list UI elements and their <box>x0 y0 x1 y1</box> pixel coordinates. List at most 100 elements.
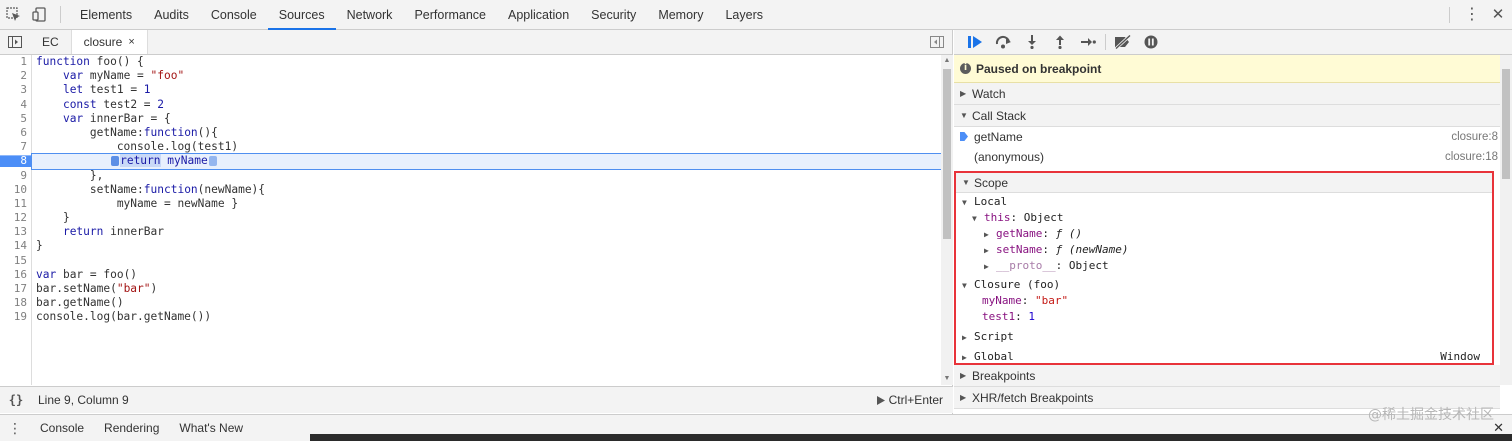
close-devtools-icon[interactable]: ✕ <box>1484 0 1512 30</box>
line-number[interactable]: 16 <box>0 268 31 282</box>
toggle-debugger-icon[interactable] <box>930 35 944 49</box>
tab-memory[interactable]: Memory <box>647 0 714 29</box>
code-line[interactable]: } <box>32 211 941 225</box>
toggle-navigator-icon[interactable] <box>0 30 30 54</box>
tab-console[interactable]: Console <box>200 0 268 29</box>
inline-breakpoint-icon[interactable] <box>111 156 120 167</box>
section-breakpoints[interactable]: ▶ Breakpoints <box>954 365 1500 387</box>
tab-sources[interactable]: Sources <box>267 0 336 30</box>
drawer-tab-rendering[interactable]: Rendering <box>94 421 169 435</box>
scope-closure[interactable]: ▼ Closure (foo) <box>956 277 1492 293</box>
code-line[interactable]: } <box>32 239 941 253</box>
line-number-gutter[interactable]: 1 2 3 4 5 6 7 8 9 10 11 12 13 14 15 16 17 18 19 <box>0 55 32 385</box>
code-line[interactable]: bar.getName() <box>32 296 941 310</box>
frame-location[interactable]: closure:18 <box>1445 151 1498 163</box>
pretty-print-icon[interactable]: {} <box>0 393 32 407</box>
line-number[interactable]: 18 <box>0 296 31 310</box>
inspect-element-icon[interactable] <box>0 0 26 29</box>
step-out-button[interactable] <box>1046 30 1074 55</box>
code-line[interactable]: console.log(bar.getName()) <box>32 310 941 324</box>
sidebar-scrollbar[interactable] <box>1500 55 1512 385</box>
code-line[interactable]: myName = newName } <box>32 197 941 211</box>
tab-network[interactable]: Network <box>336 0 404 29</box>
code-line[interactable]: var myName = "foo" <box>32 69 941 83</box>
code-line[interactable]: setName:function(newName){ <box>32 183 941 197</box>
frame-location[interactable]: closure:8 <box>1451 131 1498 143</box>
run-snippet-button[interactable]: Ctrl+Enter <box>876 393 953 407</box>
line-number[interactable]: 10 <box>0 183 31 197</box>
property-value: Object <box>1023 211 1064 224</box>
scrollbar-thumb[interactable] <box>943 69 951 239</box>
line-number[interactable]: 1 <box>0 55 31 69</box>
more-options-icon[interactable]: ⋮ <box>1460 0 1484 30</box>
step-over-button[interactable] <box>990 30 1018 55</box>
tab-layers[interactable]: Layers <box>714 0 774 29</box>
code-line[interactable]: var bar = foo() <box>32 268 941 282</box>
code-line[interactable]: const test2 = 2 <box>32 98 941 112</box>
section-scope[interactable]: ▼ Scope <box>956 173 1492 193</box>
code-line[interactable] <box>32 254 941 268</box>
file-tab-ec[interactable]: EC <box>30 30 71 54</box>
scrollbar-thumb[interactable] <box>1502 69 1510 179</box>
scope-local[interactable]: ▼ Local <box>956 194 1492 210</box>
line-number[interactable]: 19 <box>0 310 31 324</box>
scope-getname[interactable]: ▶ getName: ƒ () <box>956 226 1492 242</box>
scroll-down-icon[interactable]: ▼ <box>941 373 953 385</box>
editor-scrollbar[interactable]: ▲ ▼ <box>941 55 953 385</box>
tab-security[interactable]: Security <box>580 0 647 29</box>
tab-application[interactable]: Application <box>497 0 580 29</box>
file-tab-closure[interactable]: closure × <box>70 30 148 54</box>
line-number[interactable]: 3 <box>0 83 31 97</box>
line-number-text: 6 <box>20 125 27 139</box>
line-number[interactable]: 4 <box>0 98 31 112</box>
resume-button[interactable] <box>962 30 990 55</box>
deactivate-breakpoints-button[interactable] <box>1109 30 1137 55</box>
line-number[interactable]: 15 <box>0 254 31 268</box>
inline-breakpoint-icon[interactable] <box>208 156 217 167</box>
code-line[interactable]: function foo() { <box>32 55 941 69</box>
line-number[interactable]: 11 <box>0 197 31 211</box>
code-line[interactable]: }, <box>32 169 941 183</box>
line-number[interactable]: 14 <box>0 239 31 253</box>
breakpoint-line-number[interactable]: 8 <box>0 154 31 168</box>
line-number[interactable]: 9 <box>0 169 31 183</box>
code-line[interactable]: var innerBar = { <box>32 112 941 126</box>
scroll-up-icon[interactable]: ▲ <box>941 55 953 67</box>
close-tab-icon[interactable]: × <box>128 36 134 48</box>
call-frame-getname[interactable]: getName closure:8 <box>954 127 1512 147</box>
scope-global[interactable]: ▶ Global Window <box>956 349 1492 365</box>
line-number[interactable]: 6 <box>0 126 31 140</box>
tab-performance[interactable]: Performance <box>403 0 497 29</box>
line-number[interactable]: 5 <box>0 112 31 126</box>
code-editor[interactable]: 1 2 3 4 5 6 7 8 9 10 11 12 13 14 15 16 17 18 19 function f… <box>0 55 953 385</box>
code-line[interactable]: return innerBar <box>32 225 941 239</box>
line-number[interactable]: 17 <box>0 282 31 296</box>
drawer-menu-icon[interactable]: ⋮ <box>0 420 30 437</box>
tab-audits[interactable]: Audits <box>143 0 200 29</box>
file-tab-label: closure <box>83 35 123 49</box>
scope-this[interactable]: ▼ this: Object <box>956 210 1492 226</box>
call-frame-anonymous[interactable]: (anonymous) closure:18 <box>954 147 1512 167</box>
device-toolbar-icon[interactable] <box>26 0 52 29</box>
execution-line[interactable]: return myName <box>31 153 942 170</box>
step-into-button[interactable] <box>1018 30 1046 55</box>
code-line[interactable]: getName:function(){ <box>32 126 941 140</box>
line-number[interactable]: 7 <box>0 140 31 154</box>
drawer-tab-console[interactable]: Console <box>30 421 94 435</box>
code-line[interactable]: let test1 = 1 <box>32 83 941 97</box>
scope-proto[interactable]: ▶ __proto__: Object <box>956 258 1492 274</box>
line-number[interactable]: 2 <box>0 69 31 83</box>
code-area[interactable]: function foo() { var myName = "foo" let … <box>31 55 942 385</box>
step-button[interactable] <box>1074 30 1102 55</box>
drawer-tab-whats-new[interactable]: What's New <box>169 421 253 435</box>
code-line[interactable]: console.log(test1) <box>32 140 941 154</box>
scope-script[interactable]: ▶ Script <box>956 329 1492 345</box>
pause-on-exceptions-button[interactable] <box>1137 30 1165 55</box>
line-number[interactable]: 13 <box>0 225 31 239</box>
code-line[interactable]: bar.setName("bar") <box>32 282 941 296</box>
tab-elements[interactable]: Elements <box>69 0 143 29</box>
scope-setname[interactable]: ▶ setName: ƒ (newName) <box>956 242 1492 258</box>
section-call-stack[interactable]: ▼ Call Stack <box>954 105 1512 127</box>
section-watch[interactable]: ▶ Watch <box>954 83 1512 105</box>
line-number[interactable]: 12 <box>0 211 31 225</box>
